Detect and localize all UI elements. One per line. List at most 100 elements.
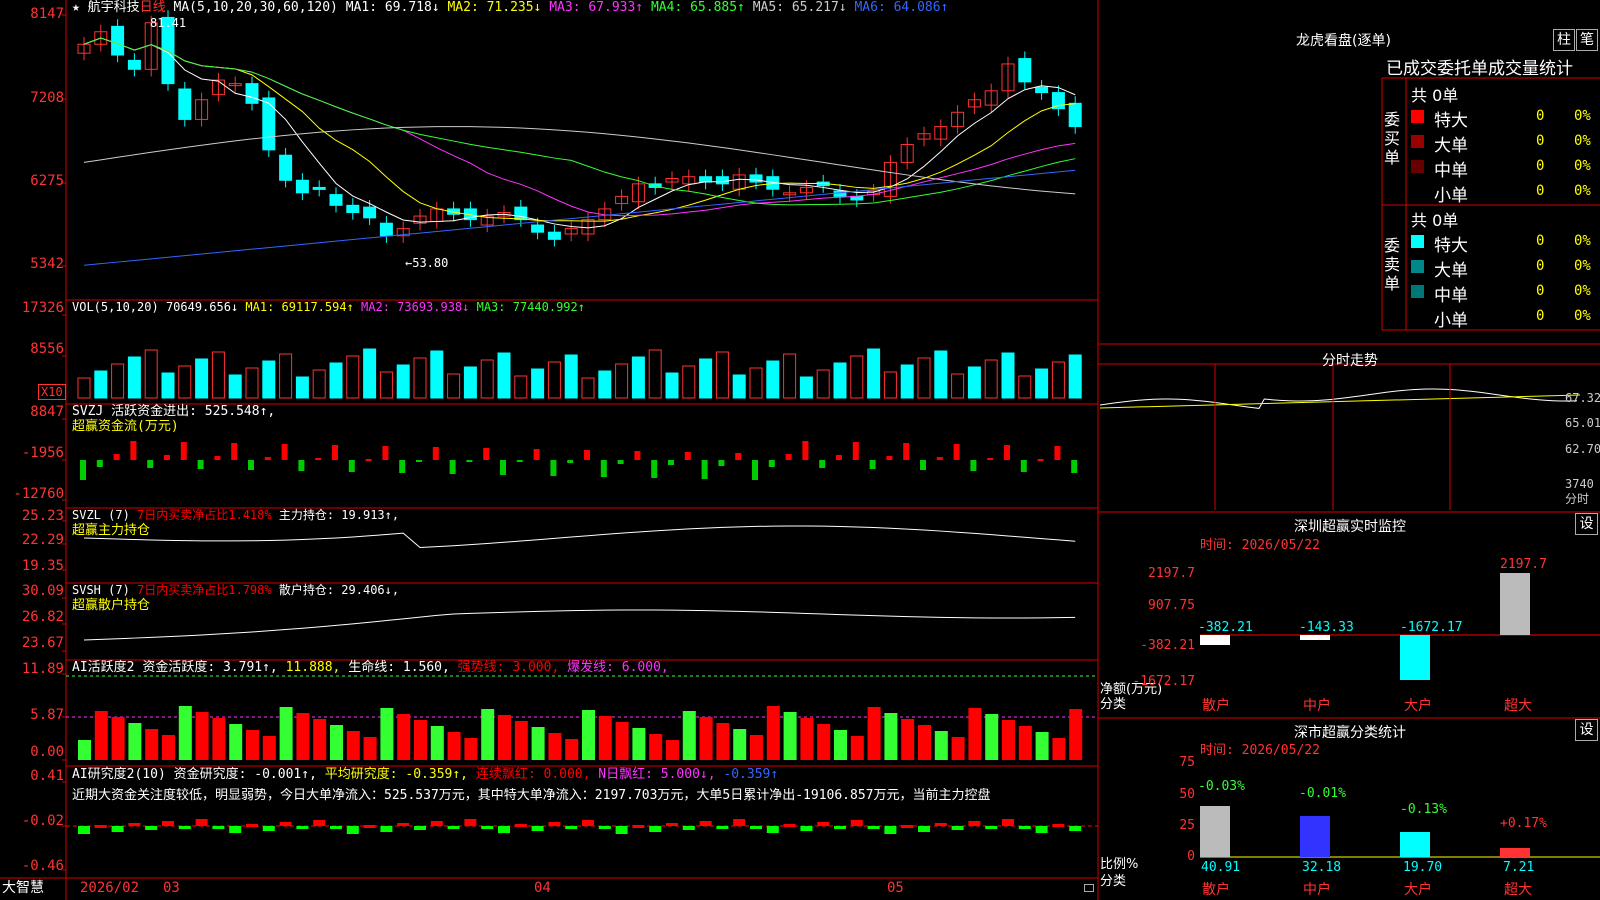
candle-body [379,222,393,237]
sz-category-title: 深市超赢分类统计 [1294,725,1406,741]
dragon-tiger-tabs[interactable]: 已成交委托单成交量统计 [1386,54,1573,79]
sz-category-bar [1400,832,1430,857]
volume-bar [262,360,276,399]
research-bar [615,826,628,834]
svzl-ratio: 7日内买卖净占比1.418% [137,508,272,522]
research-bar [195,819,208,826]
ai-research-value: 资金研究度: -0.001↑, [173,767,317,782]
research-bar [867,826,880,829]
volume-bar [766,360,780,399]
fund-flow-bar [348,460,355,472]
sz-monitor-y-label: -382.21 [1140,638,1195,653]
lock-icon[interactable] [1084,884,1094,892]
fund-flow-bar [668,460,674,465]
volume-bar [598,370,612,399]
svzl-holding: 主力持仓: 19.913↑, [278,508,400,522]
size-color-swatch [1411,160,1424,173]
activity-bar [128,723,142,760]
volume-bar [211,351,225,399]
stock-name[interactable]: 航宇科技 [88,0,140,15]
chart-canvas[interactable] [0,0,1600,900]
ai-research-prefix: AI研究度2(10) [72,767,166,782]
research-bar [682,826,695,830]
volume-bar [917,357,931,399]
candle-body [715,176,729,185]
activity-bar [162,735,175,760]
fund-flow-bar [332,445,338,460]
size-count: 0 [1536,183,1545,199]
research-bar [918,826,930,832]
candle-body [111,25,125,56]
volume-bar [178,365,192,399]
activity-bar [817,724,831,760]
ai-research-consec: 连续飘红: 0.000, [475,767,591,782]
activity-bar [934,731,948,760]
size-count: 0 [1536,108,1545,124]
volume-bar [463,366,477,399]
fund-flow-bar [617,460,624,464]
activity-bar [481,709,495,760]
activity-bar [985,714,999,760]
svsh-holding: 散户持仓: 29.406↓, [278,583,400,597]
activity-bar [464,738,478,760]
sz-category-value: 19.70 [1403,860,1443,875]
candle-body [1068,102,1082,128]
x-axis-label: 2026/02 [80,880,140,896]
ma-legend-item: MA1: 69.718↓ [345,0,448,15]
svzj-line1: SVZJ 活跃资金进出: 525.548↑, [72,404,276,419]
svzj-line2: 超赢资金流(万元) [72,419,179,434]
fund-flow-bar [785,454,792,460]
fund-flow-bar [819,460,826,468]
activity-bar [1069,709,1083,760]
volume-bar [447,373,461,399]
ma-legend-item: MA3: 67.933↑ [549,0,651,15]
volume-bar [77,377,91,399]
sz-category-category: 超大 [1504,882,1532,898]
volume-bar [111,363,125,399]
activity-bar [397,714,411,760]
fund-flow-bar [365,459,372,461]
research-bar [363,825,376,828]
sz-category-value: 40.91 [1201,860,1241,875]
research-bar [1069,826,1082,831]
volume-bar [1001,352,1015,399]
research-bar [111,826,124,832]
size-pct: 0% [1574,158,1591,174]
fund-flow-bar [1020,460,1027,472]
size-color-swatch [1411,260,1424,273]
volume-bar [951,373,965,399]
column-view-button[interactable]: 柱 [1553,29,1575,51]
period-label[interactable]: 日线 [140,0,166,15]
candle-body [1035,86,1049,94]
fund-flow-bar [382,446,389,460]
volume-bar [648,349,662,399]
intraday-y1: 67.32 [1565,391,1600,405]
volume-bar [363,348,377,399]
research-bar [514,824,527,827]
size-pct: 0% [1574,133,1591,149]
size-label: 大单 [1434,136,1468,156]
activity-bar [918,725,931,760]
sz-monitor-y-label: 907.75 [1148,598,1195,613]
candle-body [329,194,343,206]
fund-flow-bar [214,456,221,460]
pen-view-button[interactable]: 笔 [1576,29,1598,51]
ai-research-last: -0.359↑ [723,767,779,782]
research-bar [246,824,258,827]
research-bar [699,821,712,826]
candle-body [363,206,377,219]
fund-flow-bar [180,442,187,460]
fund-flow-bar [701,460,708,479]
activity-bar [279,707,293,760]
sz-category-settings-button[interactable]: 设 [1575,719,1598,741]
volume-bar [1068,354,1082,399]
research-bar [330,826,342,829]
activity-bar [246,730,259,760]
activity-bar [783,712,797,760]
y-axis-label: 7208 [30,90,64,106]
volume-bar [295,376,309,399]
intraday-y3: 62.70 [1565,442,1600,456]
fund-flow-bar [432,447,439,460]
fund-flow-bar [533,449,540,460]
sz-monitor-settings-button[interactable]: 设 [1575,513,1598,535]
